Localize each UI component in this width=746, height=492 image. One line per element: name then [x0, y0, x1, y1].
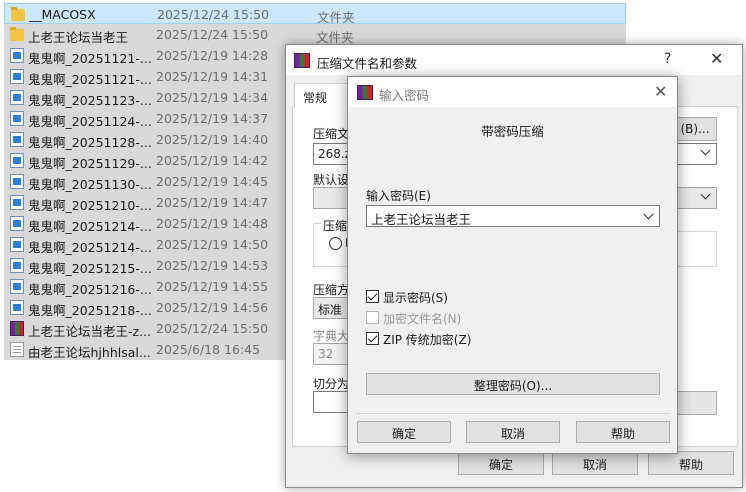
file-name: 鬼鬼啊_20251215-... [28, 261, 152, 276]
file-date: 2025/6/18 16:45 [156, 342, 261, 357]
file-row[interactable]: 上老王论坛当老王 2025/12/24 15:50 文件夹 [4, 24, 626, 45]
password-ok-button[interactable]: 确定 [357, 421, 451, 443]
file-name: 鬼鬼啊_20251214-... [28, 240, 152, 255]
browse-button[interactable]: (B)... [673, 117, 717, 141]
image-file-icon [10, 153, 24, 168]
organize-passwords-button[interactable]: 整理密码(O)... [366, 373, 660, 395]
image-file-icon [10, 174, 24, 189]
main-cancel-button[interactable]: 取消 [552, 451, 638, 475]
text-file-icon [10, 342, 24, 357]
dictionary-size-label: 字典大 [313, 329, 350, 343]
main-help-button[interactable]: 帮助 [648, 451, 734, 475]
folder-icon [11, 7, 25, 21]
checkbox-checked-icon[interactable] [366, 332, 379, 345]
file-name: 鬼鬼啊_20251129-... [28, 156, 152, 171]
archive-name-label: 压缩文 [313, 127, 350, 141]
encrypt-file-names-label: 加密文件名(N) [383, 312, 462, 326]
tab-general[interactable]: 常规 [294, 83, 350, 108]
password-input-value: 上老王论坛当老王 [371, 212, 472, 227]
main-dialog-titlebar: 压缩文件名和参数 ? ✕ [286, 45, 742, 75]
close-icon[interactable]: ✕ [654, 82, 667, 101]
image-file-icon [10, 48, 24, 63]
file-date: 2025/12/24 15:50 [156, 321, 269, 336]
password-label: 输入密码(E) [366, 189, 431, 203]
image-file-icon [10, 258, 24, 273]
default-profile-label: 默认设 [313, 173, 350, 187]
file-date: 2025/12/19 14:53 [156, 258, 269, 273]
file-name: 鬼鬼啊_20251121-... [28, 51, 152, 66]
winrar-app-icon [357, 85, 373, 100]
archive-format-label: 压缩 [321, 217, 350, 234]
checkbox-unchecked-icon[interactable] [366, 311, 379, 324]
file-date: 2025/12/19 14:48 [156, 216, 269, 231]
compression-method-label: 压缩方 [313, 283, 350, 297]
file-name: 鬼鬼啊_20251216-... [28, 282, 152, 297]
main-ok-button[interactable]: 确定 [458, 451, 544, 475]
file-name: 由老王论坛hjhhlsal... [28, 345, 151, 360]
file-name: 上老王论坛当老王-z... [28, 324, 151, 339]
winrar-app-icon [294, 53, 310, 68]
image-file-icon [10, 111, 24, 126]
image-file-icon [10, 90, 24, 105]
file-date: 2025/12/19 14:45 [156, 174, 269, 189]
checkbox-checked-icon[interactable] [366, 290, 379, 303]
password-cancel-button[interactable]: 取消 [466, 421, 560, 443]
file-date: 2025/12/19 14:50 [156, 237, 269, 252]
image-file-icon [10, 132, 24, 147]
file-date: 2025/12/19 14:31 [156, 69, 269, 84]
archive-options-group [673, 231, 717, 267]
archive-name-dropdown[interactable] [673, 143, 717, 165]
rar-archive-icon [10, 321, 24, 336]
file-date: 2025/12/19 14:34 [156, 90, 269, 105]
file-name: 鬼鬼啊_20251130-... [28, 177, 152, 192]
dialog-divider [356, 413, 670, 414]
password-input[interactable]: 上老王论坛当老王 [366, 205, 660, 227]
file-date: 2025/12/19 14:42 [156, 153, 269, 168]
image-file-icon [10, 237, 24, 252]
file-name: 鬼鬼啊_20251210-... [28, 198, 152, 213]
file-name: 鬼鬼啊_20251128-... [28, 135, 152, 150]
chevron-down-icon [700, 145, 711, 156]
file-name: 鬼鬼啊_20251124-... [28, 114, 152, 129]
file-date: 2025/12/19 14:28 [156, 48, 269, 63]
split-volumes-label: 切分为 [313, 377, 350, 391]
file-row[interactable]: __MACOSX 2025/12/24 15:50 文件夹 [4, 3, 626, 25]
image-file-icon [10, 216, 24, 231]
profile-dropdown[interactable] [673, 187, 717, 209]
close-icon[interactable]: ✕ [710, 49, 723, 68]
password-dialog-heading: 带密码压缩 [481, 124, 544, 139]
file-name: __MACOSX [29, 7, 96, 22]
file-date: 2025/12/24 15:50 [157, 7, 270, 22]
file-date: 2025/12/19 14:40 [156, 132, 269, 147]
image-file-icon [10, 300, 24, 315]
file-name: 上老王论坛当老王 [28, 30, 129, 45]
password-help-button[interactable]: 帮助 [576, 421, 670, 443]
password-dialog-titlebar: 输入密码 ✕ [348, 77, 677, 107]
set-password-button-partial[interactable] [673, 391, 717, 415]
format-radio[interactable] [329, 237, 342, 250]
file-date: 2025/12/19 14:47 [156, 195, 269, 210]
file-name: 鬼鬼啊_20251121-... [28, 72, 152, 87]
file-date: 2025/12/24 15:50 [156, 27, 269, 42]
file-date: 2025/12/19 14:37 [156, 111, 269, 126]
help-icon[interactable]: ? [664, 51, 671, 67]
file-name: 鬼鬼啊_20251214-... [28, 219, 152, 234]
enter-password-dialog: 输入密码 ✕ 带密码压缩 输入密码(E) 上老王论坛当老王 显示密码(S) 加密… [347, 76, 678, 454]
show-password-label: 显示密码(S) [383, 291, 448, 305]
chevron-down-icon[interactable] [643, 209, 654, 220]
zip-legacy-encryption-label: ZIP 传统加密(Z) [383, 333, 472, 347]
main-dialog-title: 压缩文件名和参数 [317, 56, 418, 71]
file-date: 2025/12/19 14:56 [156, 300, 269, 315]
image-file-icon [10, 279, 24, 294]
image-file-icon [10, 195, 24, 210]
chevron-down-icon [700, 189, 711, 200]
password-dialog-title: 输入密码 [379, 88, 430, 103]
file-name: 鬼鬼啊_20251218-... [28, 303, 152, 318]
file-name: 鬼鬼啊_20251123-... [28, 93, 152, 108]
folder-icon [10, 27, 24, 41]
file-date: 2025/12/19 14:55 [156, 279, 269, 294]
image-file-icon [10, 69, 24, 84]
